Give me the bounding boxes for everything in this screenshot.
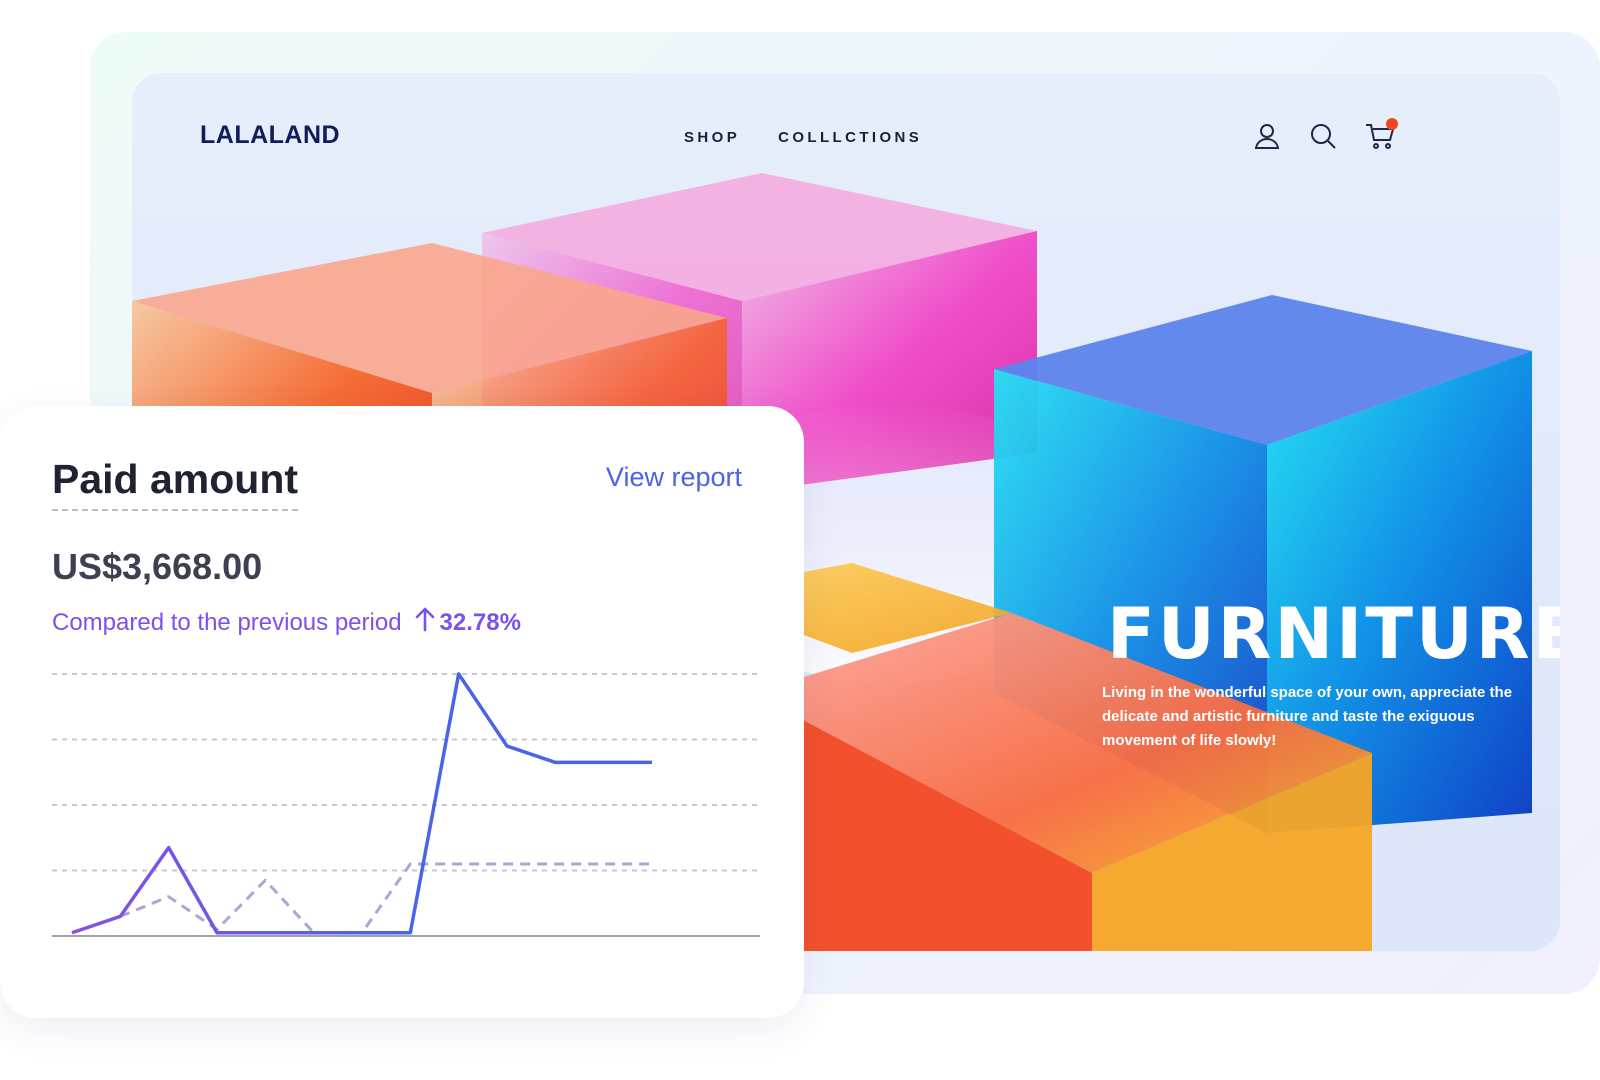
nav-collections[interactable]: COLLLCTIONS (778, 129, 922, 146)
site-logo[interactable]: LALALAND (200, 121, 340, 150)
hero-title: FURNITURE (1107, 593, 1560, 675)
previous-period-line (71, 862, 652, 935)
cart-badge (1386, 118, 1398, 130)
search-icon[interactable] (1308, 121, 1338, 151)
current-period-line (71, 672, 652, 935)
paid-amount-chart (52, 672, 760, 937)
cart-icon[interactable] (1364, 118, 1398, 151)
nav-icons (1252, 118, 1398, 151)
paid-amount-card: Paid amount View report US$3,668.00 Comp… (0, 406, 804, 1018)
hero-text: Living in the wonderful space of your ow… (1102, 684, 1513, 749)
user-icon[interactable] (1252, 121, 1282, 151)
main-nav: SHOP COLLLCTIONS (684, 129, 922, 146)
nav-shop[interactable]: SHOP (684, 129, 740, 146)
